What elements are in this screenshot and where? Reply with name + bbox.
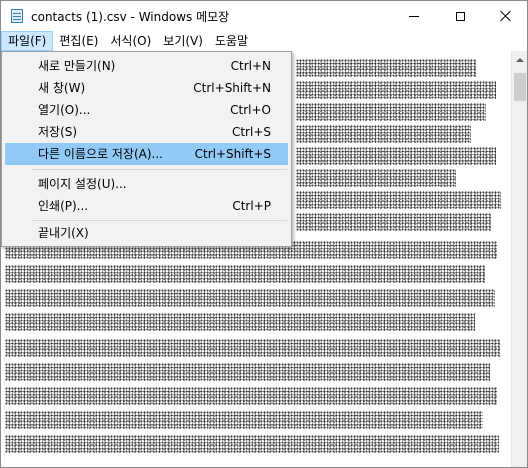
- obscured-text-line: [5, 387, 497, 405]
- obscured-text-line: [296, 169, 456, 187]
- obscured-text-line: [5, 339, 500, 357]
- menu-item-save-as[interactable]: 다른 이름으로 저장(A)... Ctrl+Shift+S: [5, 143, 288, 165]
- menu-edit[interactable]: 편집(E): [53, 31, 104, 51]
- minimize-icon: [409, 15, 419, 17]
- menu-separator: [32, 220, 287, 221]
- obscured-text-line: [5, 289, 495, 307]
- menu-format[interactable]: 서식(O): [104, 31, 157, 51]
- vertical-scrollbar[interactable]: [511, 51, 527, 467]
- file-menu-dropdown: 새로 만들기(N) Ctrl+N 새 창(W) Ctrl+Shift+N 열기(…: [1, 51, 292, 247]
- title-bar[interactable]: contacts (1).csv - Windows 메모장: [1, 1, 527, 31]
- menu-bar: 파일(F) 편집(E) 서식(O) 보기(V) 도움말: [1, 31, 527, 51]
- menu-item-page-setup[interactable]: 페이지 설정(U)...: [5, 173, 288, 195]
- menu-item-save[interactable]: 저장(S) Ctrl+S: [5, 121, 288, 143]
- menu-item-exit[interactable]: 끝내기(X): [5, 222, 288, 244]
- obscured-text-line: [5, 363, 490, 381]
- menu-separator: [32, 169, 287, 170]
- menu-item-print[interactable]: 인쇄(P)... Ctrl+P: [5, 195, 288, 217]
- notepad-window: contacts (1).csv - Windows 메모장 파일(F) 편집(…: [0, 0, 528, 468]
- obscured-text-line: [296, 213, 491, 231]
- obscured-text-line: [296, 81, 496, 99]
- maximize-button[interactable]: [437, 1, 483, 31]
- notepad-icon: [9, 8, 25, 24]
- menu-help[interactable]: 도움말: [209, 31, 254, 51]
- minimize-button[interactable]: [391, 1, 437, 31]
- menu-item-new-window[interactable]: 새 창(W) Ctrl+Shift+N: [5, 77, 288, 99]
- scroll-up-button[interactable]: [512, 51, 527, 68]
- obscured-text-line: [296, 147, 496, 165]
- chevron-up-icon: [516, 57, 524, 62]
- menu-item-open[interactable]: 열기(O)... Ctrl+O: [5, 99, 288, 121]
- obscured-text-line: [5, 313, 475, 331]
- obscured-text-line: [296, 191, 501, 209]
- maximize-icon: [455, 11, 465, 21]
- close-icon: [500, 10, 512, 22]
- obscured-text-line: [5, 435, 499, 453]
- menu-item-new[interactable]: 새로 만들기(N) Ctrl+N: [5, 55, 288, 77]
- close-button[interactable]: [483, 1, 527, 31]
- obscured-text-line: [5, 411, 483, 429]
- window-title: contacts (1).csv - Windows 메모장: [31, 9, 230, 24]
- obscured-text-line: [296, 59, 476, 77]
- menu-view[interactable]: 보기(V): [157, 31, 209, 51]
- obscured-text-line: [296, 125, 471, 143]
- scroll-thumb[interactable]: [514, 73, 526, 101]
- menu-file[interactable]: 파일(F): [1, 31, 54, 51]
- obscured-text-line: [5, 265, 485, 283]
- obscured-text-line: [296, 103, 486, 121]
